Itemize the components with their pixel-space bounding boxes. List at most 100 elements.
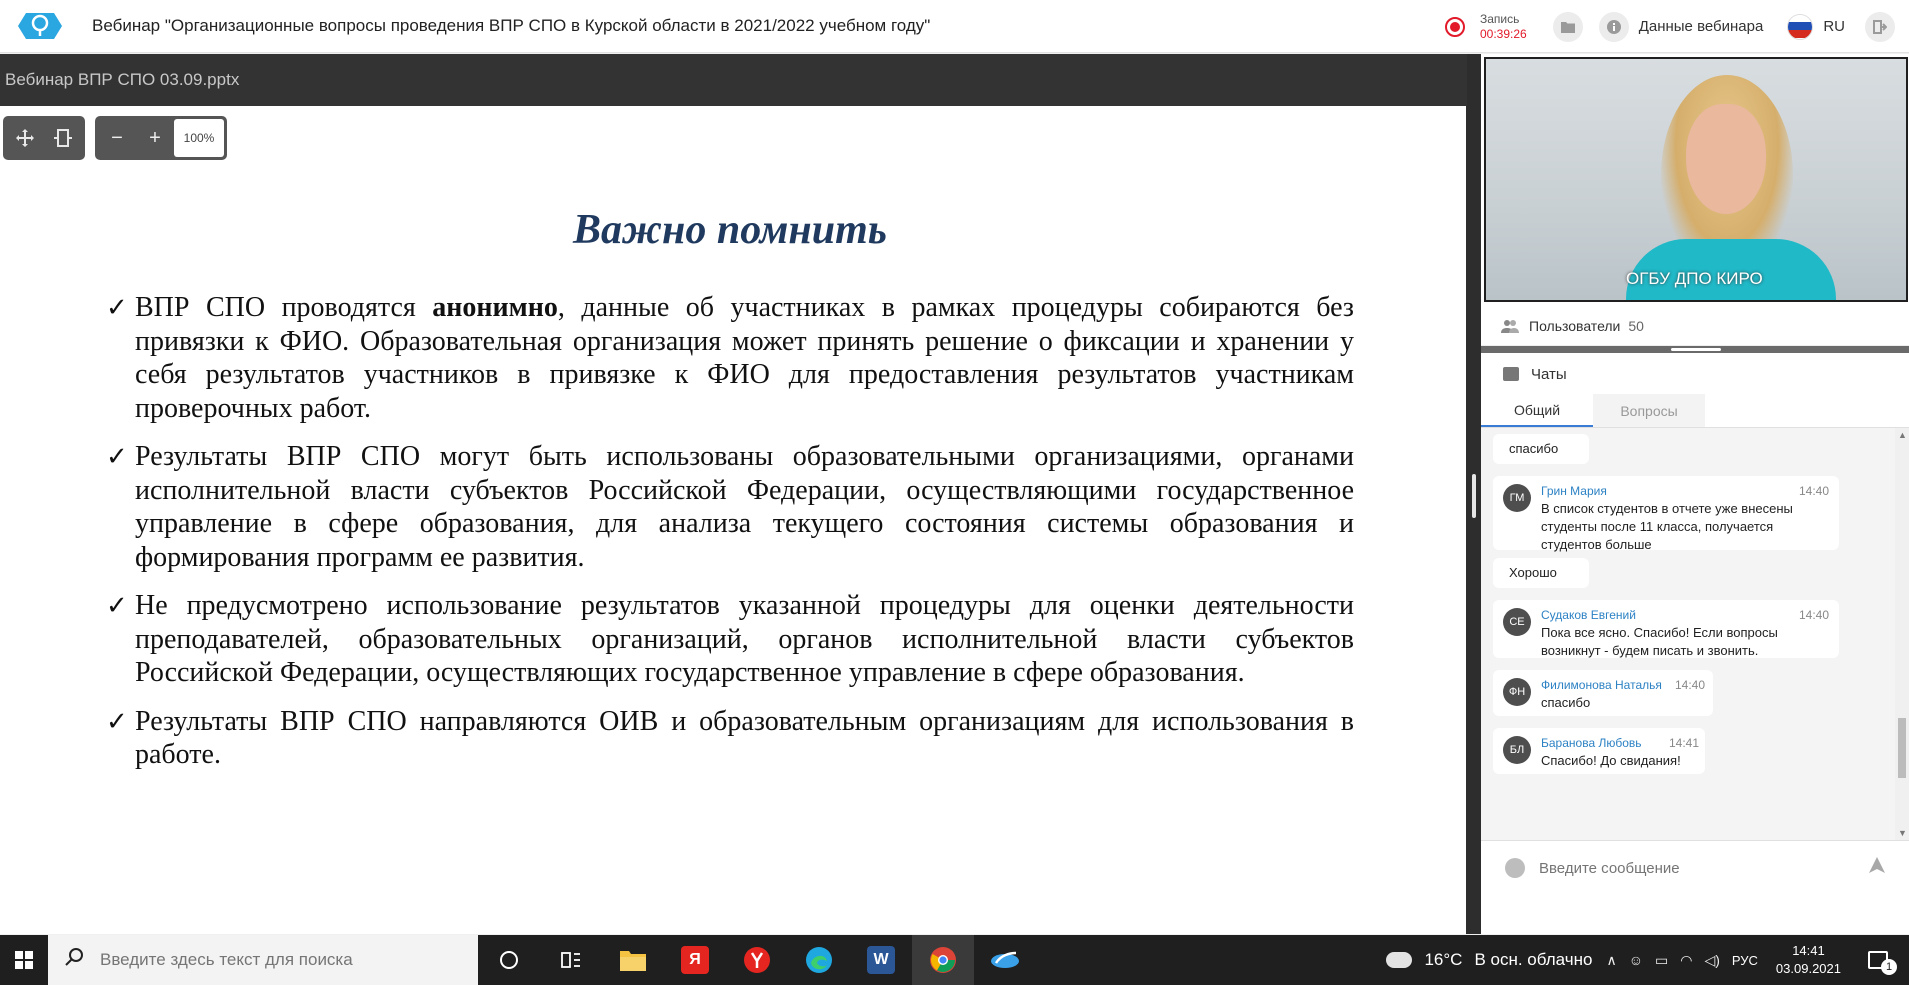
record-timer: 00:39:26: [1479, 26, 1527, 41]
slide-canvas: Важно помнить ✓ ВПР СПО проводятся анони…: [0, 106, 1466, 934]
chevron-up-icon[interactable]: ∧: [1606, 952, 1616, 969]
slide-heading: Важно помнить: [573, 207, 887, 253]
chat-message: спасибо: [1493, 434, 1589, 464]
separator-handle[interactable]: [1671, 348, 1721, 351]
word-icon: W: [867, 946, 895, 974]
message-input[interactable]: [1539, 853, 1839, 883]
yandex-app-button[interactable]: Я: [664, 935, 726, 985]
language-selector[interactable]: RU: [1823, 18, 1845, 35]
battery-icon[interactable]: ▭: [1655, 952, 1668, 969]
weather-description: В осн. облачно: [1474, 950, 1593, 969]
people-icon[interactable]: ☺: [1629, 952, 1643, 968]
yandex-browser-button[interactable]: [726, 935, 788, 985]
start-button[interactable]: [0, 935, 48, 985]
avatar: ГМ: [1503, 484, 1531, 512]
message-author[interactable]: Судаков Евгений: [1541, 608, 1636, 622]
panel-resize-handle[interactable]: [1467, 54, 1481, 934]
zoom-level[interactable]: 100%: [174, 119, 224, 157]
input-language[interactable]: РУС: [1732, 953, 1758, 968]
volume-icon[interactable]: ◁): [1704, 952, 1719, 969]
folder-button[interactable]: [1552, 11, 1583, 42]
scroll-down-icon[interactable]: ▼: [1898, 828, 1907, 838]
search-input[interactable]: [100, 950, 460, 970]
message-text: Хорошо: [1509, 565, 1557, 580]
message-author[interactable]: Филимонова Наталья: [1541, 678, 1662, 692]
move-button[interactable]: [6, 119, 44, 157]
cortana-button[interactable]: [478, 935, 540, 985]
taskbar-clock[interactable]: 14:41 03.09.2021: [1776, 942, 1841, 978]
users-count: 50: [1628, 317, 1644, 334]
edge-button[interactable]: [788, 935, 850, 985]
task-view-button[interactable]: [540, 935, 602, 985]
slide-bullet: ✓ Результаты ВПР СПО могут быть использо…: [104, 440, 1354, 574]
word-button[interactable]: W: [850, 935, 912, 985]
record-status: Запись 00:39:26: [1480, 12, 1527, 42]
chat-scrollbar[interactable]: ▲ ▼: [1895, 428, 1909, 840]
chat-message: СЕ Судаков Евгений 14:40 Пока все ясно. …: [1493, 600, 1839, 658]
emoji-icon[interactable]: [1505, 858, 1525, 878]
slide-bullet: ✓ Результаты ВПР СПО направляются ОИВ и …: [104, 705, 1354, 772]
record-label: Запись: [1479, 11, 1520, 26]
presenter-video[interactable]: ОГБУ ДПО КИРО: [1484, 57, 1908, 302]
view-tools: [3, 116, 85, 160]
panel-separator[interactable]: [1481, 346, 1909, 353]
chat-message: ГМ Грин Мария 14:40 В список студентов в…: [1493, 476, 1839, 552]
avatar: БЛ: [1503, 736, 1531, 764]
chat-message: Хорошо: [1493, 558, 1589, 588]
message-author[interactable]: Баранова Любовь: [1541, 736, 1642, 750]
folder-icon: [620, 951, 646, 971]
taskbar-search[interactable]: [48, 935, 478, 985]
weather-temperature: 16°C: [1424, 950, 1463, 969]
chat-message: ФН Филимонова Наталья 14:40 спасибо: [1493, 670, 1713, 716]
tab-general[interactable]: Общий: [1481, 394, 1593, 427]
clock-date: 03.09.2021: [1775, 961, 1841, 976]
zoom-out-button[interactable]: −: [98, 119, 136, 157]
app-logo-icon[interactable]: [18, 9, 62, 43]
chat-bubble-icon: [1503, 367, 1519, 381]
zoom-in-button[interactable]: +: [136, 119, 174, 157]
yandex-icon: Я: [681, 946, 709, 974]
chat-input-row: [1481, 840, 1909, 934]
clock-time: 14:41: [1792, 943, 1825, 958]
message-text: спасибо: [1509, 441, 1559, 456]
russian-flag-icon[interactable]: [1787, 13, 1814, 40]
exit-button[interactable]: [1865, 11, 1895, 42]
chats-title: Чаты: [1531, 365, 1567, 383]
info-button[interactable]: [1598, 11, 1629, 42]
cloud-icon: [1386, 952, 1413, 968]
users-section[interactable]: Пользователи 50: [1481, 306, 1909, 346]
users-label: Пользователи: [1529, 317, 1621, 334]
chat-message: БЛ Баранова Любовь 14:41 Спасибо! До сви…: [1493, 728, 1705, 774]
cortana-icon: [500, 951, 518, 969]
record-icon[interactable]: [1444, 16, 1465, 37]
windows-taskbar: Я W 16°C В осн. облачно ∧ ☺ ▭ ◠ ◁) РУС 1…: [0, 935, 1909, 985]
message-author[interactable]: Грин Мария: [1541, 484, 1607, 498]
presentation-area: Вебинар ВПР СПО 03.09.pptx − + 100% Важн…: [0, 54, 1467, 934]
yandex-browser-icon: [744, 947, 770, 973]
chat-tabs: Общий Вопросы: [1481, 394, 1909, 428]
chrome-button[interactable]: [912, 935, 974, 985]
wifi-icon[interactable]: ◠: [1680, 952, 1692, 969]
fit-page-icon: [54, 129, 72, 147]
webinar-data-link[interactable]: Данные вебинара: [1639, 18, 1764, 35]
resize-grip[interactable]: [1472, 474, 1476, 518]
edge-icon: [806, 947, 832, 973]
windows-logo-icon: [15, 951, 33, 969]
zoom-tools: − + 100%: [95, 116, 227, 160]
scrollbar-thumb[interactable]: [1898, 718, 1906, 778]
scroll-up-icon[interactable]: ▲: [1898, 430, 1907, 440]
fit-page-button[interactable]: [44, 119, 82, 157]
file-explorer-button[interactable]: [602, 935, 664, 985]
bullet-bold-text: анонимно: [432, 292, 558, 323]
message-time: 14:40: [1799, 608, 1830, 622]
notification-center-button[interactable]: 1: [1863, 945, 1897, 975]
slide-bullet: ✓ ВПР СПО проводятся анонимно, данные об…: [104, 291, 1354, 425]
video-label: ОГБУ ДПО КИРО: [1626, 269, 1763, 288]
checkmark-icon: ✓: [106, 591, 128, 620]
send-button[interactable]: [1865, 855, 1889, 879]
weather-widget[interactable]: 16°C В осн. облачно: [1386, 950, 1592, 970]
tab-questions[interactable]: Вопросы: [1593, 394, 1705, 427]
message-time: 14:40: [1675, 678, 1706, 692]
avatar: СЕ: [1503, 608, 1531, 636]
pinned-app-button[interactable]: [974, 935, 1036, 985]
